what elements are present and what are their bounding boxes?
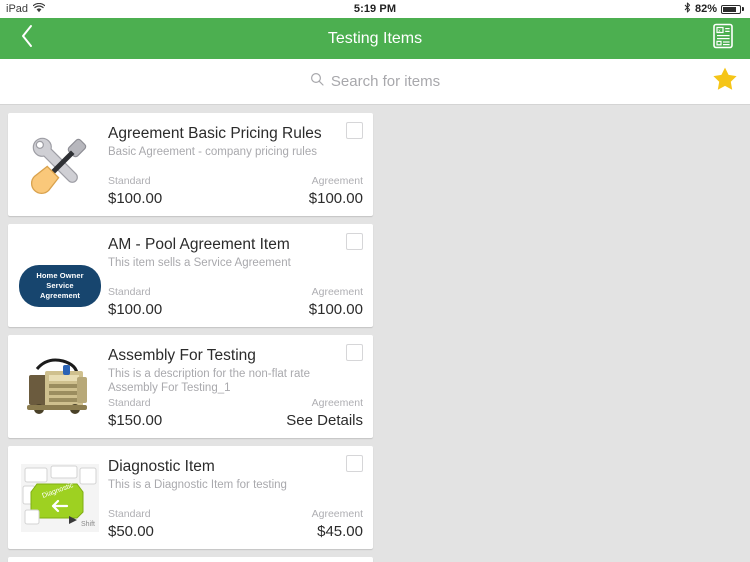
item-description: This item sells a Service Agreement [108,257,291,269]
service-agreement-badge: Home Owner Service Agreement [19,265,101,307]
svg-text:Shift: Shift [81,521,95,528]
item-details: AM - Pool Agreement Item This item sells… [102,233,363,319]
item-card[interactable]: Flat Lab Flat rate labor item sales desc… [8,557,373,562]
battery-icon [721,4,744,14]
agreement-price-label: Agreement [311,508,363,520]
search-field-wrapper: Search for items [0,72,750,91]
badge-line-2: Service Agreement [39,281,81,300]
agreement-price: Agreement $45.00 [312,508,363,541]
item-title: Assembly For Testing [108,347,256,364]
item-prices: Standard $150.00 Agreement See Details [108,397,363,430]
agreement-price: Agreement $100.00 [309,175,363,208]
wrench-screwdriver-icon [20,125,100,205]
item-thumbnail [18,344,102,430]
agreement-price: Agreement See Details [286,397,363,430]
standard-price: Standard $100.00 [108,175,162,208]
item-description: This is a description for the non-flat r… [108,368,310,394]
standard-price-label: Standard [108,286,151,298]
calculator-document-icon: x [712,23,734,54]
search-icon [310,72,324,91]
item-card[interactable]: Agreement Basic Pricing Rules Basic Agre… [8,113,373,216]
agreement-price-value: See Details [286,412,363,429]
item-thumbnail: Diagnostic Shift [18,455,102,541]
item-title: Diagnostic Item [108,458,215,475]
standard-price-value: $100.00 [108,190,163,207]
back-button[interactable] [10,22,44,56]
status-bar-clock: 5:19 PM [353,3,397,15]
standard-price-label: Standard [108,397,151,409]
item-checkbox[interactable] [346,344,363,361]
agreement-price-value: $100.00 [308,190,363,207]
search-placeholder: Search for items [330,73,441,90]
item-prices: Standard $100.00 Agreement $100.00 [108,286,363,319]
chevron-left-icon [20,24,34,53]
item-details: Assembly For Testing This is a descripti… [102,344,363,430]
favorites-button[interactable] [712,66,738,97]
status-bar-right: 82% [684,2,744,16]
bluetooth-icon [684,2,691,16]
standard-price-value: $150.00 [108,412,163,429]
app-screen: iPad 5:19 PM 82% Testing Items x Search … [0,0,750,562]
calculator-document-button[interactable]: x [706,22,740,56]
star-icon [712,66,738,97]
item-title: Agreement Basic Pricing Rules [108,125,322,142]
standard-price: Standard $100.00 [108,286,162,319]
standard-price-value: $100.00 [108,301,163,318]
agreement-price-value: $100.00 [308,301,363,318]
badge-line-1: Home Owner [36,271,84,280]
agreement-price-label: Agreement [311,286,363,298]
item-card[interactable]: Assembly For Testing This is a descripti… [8,335,373,438]
item-title: AM - Pool Agreement Item [108,236,290,253]
machine-assembly-icon [19,353,101,421]
item-prices: Standard $100.00 Agreement $100.00 [108,175,363,208]
search-bar: Search for items [0,59,750,105]
agreement-price-value: $45.00 [317,523,363,540]
status-bar: iPad 5:19 PM 82% [0,0,750,18]
standard-price-label: Standard [108,508,151,520]
item-checkbox[interactable] [346,122,363,139]
item-thumbnail [18,122,102,208]
item-checkbox[interactable] [346,233,363,250]
battery-percent: 82% [694,3,717,15]
keyboard-diagnostic-icon: Diagnostic Shift [19,460,101,536]
item-description: This is a Diagnostic Item for testing [108,479,287,491]
item-card[interactable]: Diagnostic Shift Diagnostic Item This is… [8,446,373,549]
agreement-price: Agreement $100.00 [309,286,363,319]
standard-price-value: $50.00 [108,523,154,540]
navigation-bar: Testing Items x [0,18,750,59]
item-description: Basic Agreement - company pricing rules [108,146,318,158]
item-details: Agreement Basic Pricing Rules Basic Agre… [102,122,363,208]
agreement-price-label: Agreement [311,397,363,409]
item-thumbnail: Home Owner Service Agreement [18,233,102,319]
standard-price: Standard $50.00 [108,508,154,541]
item-checkbox[interactable] [346,455,363,472]
item-prices: Standard $50.00 Agreement $45.00 [108,508,363,541]
search-input[interactable]: Search for items [310,72,440,91]
item-card[interactable]: Home Owner Service Agreement AM - Pool A… [8,224,373,327]
items-grid: Agreement Basic Pricing Rules Basic Agre… [0,105,750,562]
agreement-price-label: Agreement [311,175,363,187]
item-details: Diagnostic Item This is a Diagnostic Ite… [102,455,363,541]
page-title: Testing Items [327,29,423,47]
standard-price: Standard $150.00 [108,397,162,430]
standard-price-label: Standard [108,175,151,187]
